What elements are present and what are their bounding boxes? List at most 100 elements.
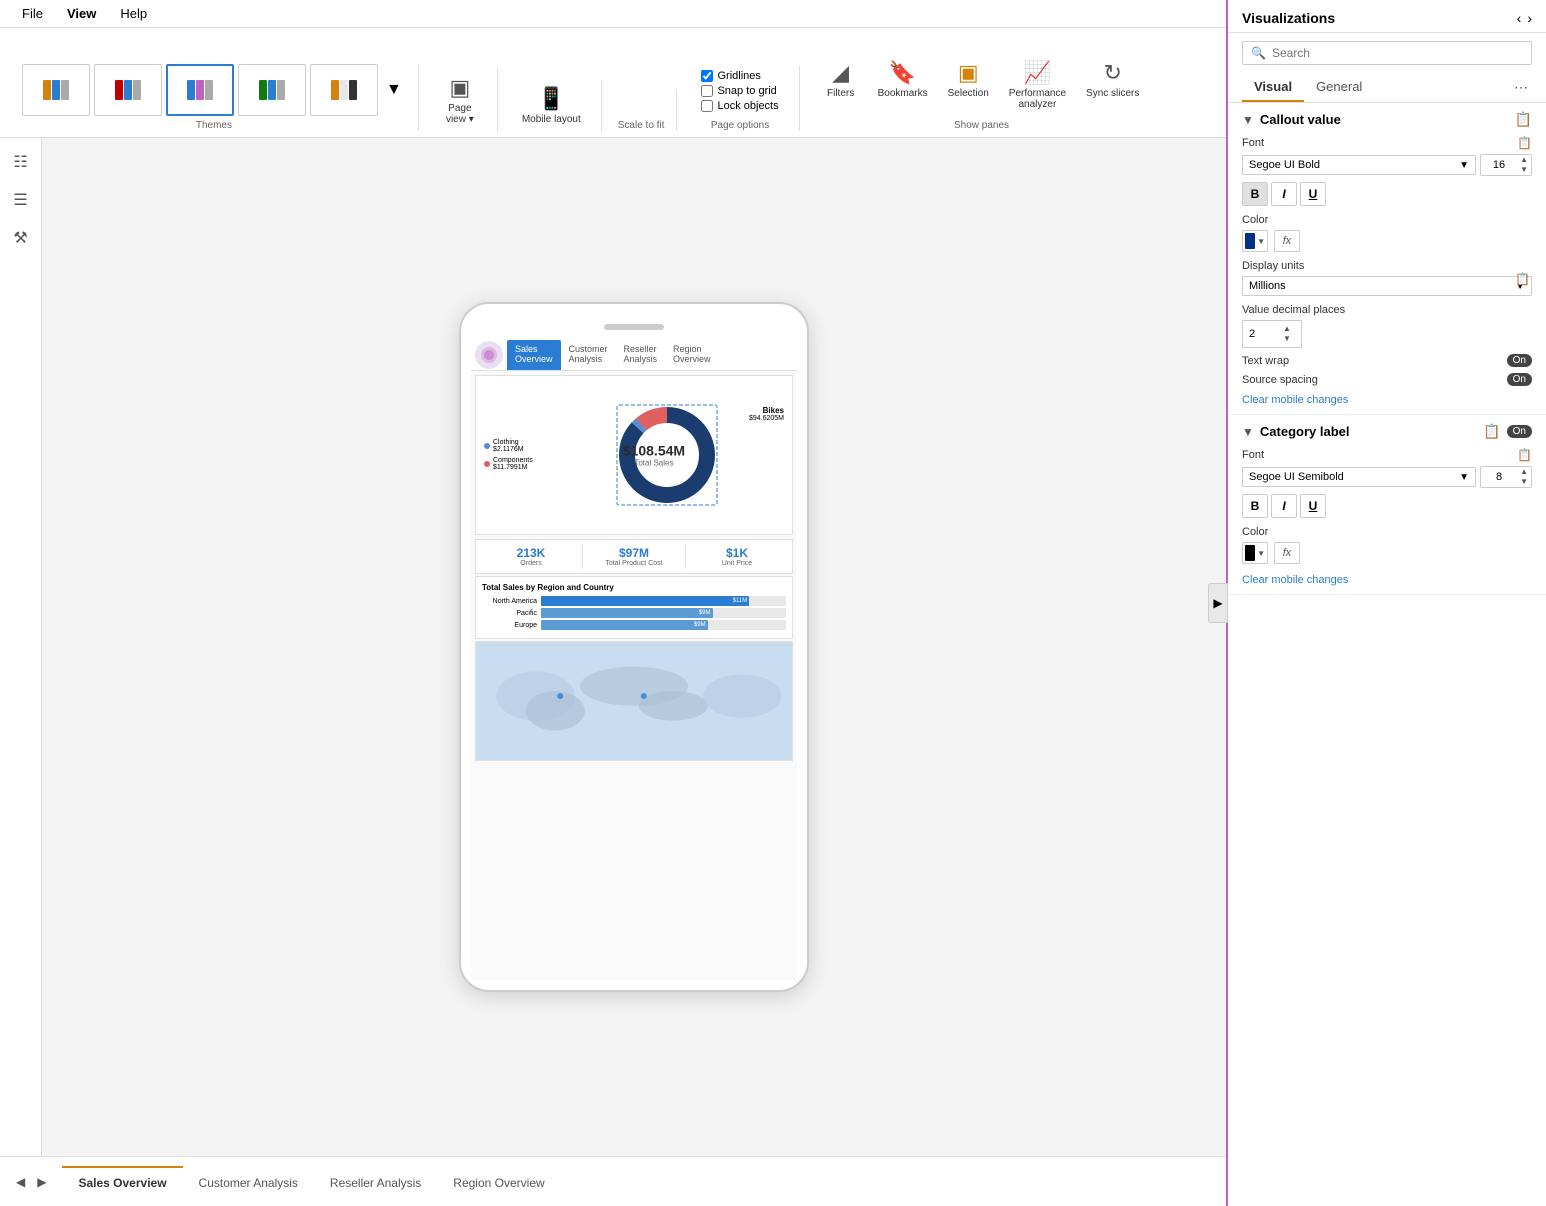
- phone-tab-region[interactable]: RegionOverview: [665, 340, 719, 370]
- color-row-category: ▼ fx: [1242, 542, 1532, 564]
- callout-collapse-icon[interactable]: ▼: [1242, 113, 1254, 127]
- font-row-callout: Segoe UI Bold ▼ 16 ▲ ▼: [1242, 154, 1532, 176]
- donut-right-label: Bikes $94.6205M: [749, 406, 784, 422]
- source-spacing-toggle[interactable]: On: [1507, 373, 1532, 386]
- page-prev-btn[interactable]: ◀: [10, 1171, 31, 1193]
- phone-tab-sales[interactable]: SalesOverview: [507, 340, 561, 370]
- sync-btn[interactable]: ↻ Sync slicers: [1078, 54, 1147, 116]
- font-size-up-cat[interactable]: ▲: [1517, 467, 1531, 477]
- italic-btn-callout[interactable]: I: [1271, 182, 1297, 206]
- page-tab-customer[interactable]: Customer Analysis: [183, 1166, 314, 1198]
- snap-cb[interactable]: Snap to grid: [701, 85, 778, 97]
- selection-btn[interactable]: ▣ Selection: [940, 54, 997, 116]
- search-box[interactable]: 🔍: [1242, 41, 1532, 65]
- bookmarks-btn[interactable]: 🔖 Bookmarks: [870, 54, 936, 116]
- font-size-ctrl-category: 8 ▲ ▼: [1480, 466, 1532, 488]
- font-select-chevron: ▼: [1459, 160, 1469, 171]
- page-view-btn[interactable]: ▣ Pageview ▾: [435, 69, 485, 131]
- theme-item-2[interactable]: [94, 64, 162, 116]
- panel-tabs: Visual General ⋯: [1228, 73, 1546, 103]
- phone-tab-customer[interactable]: CustomerAnalysis: [561, 340, 616, 370]
- display-units-select[interactable]: Millions ▼: [1242, 276, 1532, 296]
- font-size-down-cat[interactable]: ▼: [1517, 477, 1531, 487]
- search-input[interactable]: [1272, 46, 1523, 60]
- mobile-layout-btn[interactable]: 📱 Mobile layout: [514, 80, 589, 131]
- panel-forward-icon[interactable]: ›: [1527, 10, 1532, 26]
- themes-label: Themes: [196, 120, 232, 131]
- category-collapse-icon[interactable]: ▼: [1242, 425, 1254, 439]
- bold-btn-callout[interactable]: B: [1242, 182, 1268, 206]
- color-swatch-category[interactable]: ▼: [1242, 542, 1268, 564]
- clear-category-link[interactable]: Clear mobile changes: [1242, 574, 1348, 586]
- text-wrap-toggle[interactable]: On: [1507, 354, 1532, 367]
- panel-back-icon[interactable]: ‹: [1517, 10, 1522, 26]
- theme-more-btn[interactable]: ▼: [382, 81, 406, 99]
- lock-cb[interactable]: Lock objects: [701, 100, 778, 112]
- sidebar-data-icon[interactable]: ☰: [5, 184, 37, 216]
- font-family-select-callout[interactable]: Segoe UI Bold ▼: [1242, 155, 1476, 175]
- bar-row-europe: Europe $9M: [482, 620, 786, 630]
- display-units-copy[interactable]: 📋: [1515, 272, 1530, 286]
- more-options-btn[interactable]: ⋯: [1510, 73, 1532, 102]
- category-copy-icon[interactable]: 📋: [1483, 423, 1500, 440]
- theme-item-4[interactable]: [238, 64, 306, 116]
- theme-item-3[interactable]: [166, 64, 234, 116]
- decimal-down[interactable]: ▼: [1283, 334, 1291, 344]
- clear-callout-link[interactable]: Clear mobile changes: [1242, 394, 1348, 406]
- underline-btn-category[interactable]: U: [1300, 494, 1326, 518]
- category-toggle[interactable]: On: [1507, 425, 1532, 438]
- decimal-up[interactable]: ▲: [1283, 324, 1291, 334]
- menu-help[interactable]: Help: [108, 2, 159, 25]
- sidebar-model-icon[interactable]: ⚒: [5, 222, 37, 254]
- menu-file[interactable]: File: [10, 2, 55, 25]
- sync-label: Sync slicers: [1086, 88, 1139, 99]
- bookmarks-label: Bookmarks: [878, 88, 928, 99]
- tab-visual[interactable]: Visual: [1242, 73, 1304, 102]
- font-size-up-callout[interactable]: ▲: [1517, 155, 1531, 165]
- fx-btn-callout[interactable]: fx: [1274, 230, 1300, 252]
- page-next-btn[interactable]: ▶: [31, 1171, 52, 1193]
- decimal-input-row: ▲ ▼: [1242, 320, 1532, 348]
- color-swatch-callout[interactable]: ▼: [1242, 230, 1268, 252]
- menu-view[interactable]: View: [55, 2, 108, 25]
- theme-item-1[interactable]: [22, 64, 90, 116]
- sidebar-report-icon[interactable]: ☷: [5, 146, 37, 178]
- decimal-value-input[interactable]: [1249, 328, 1279, 340]
- font-copy-icon-cat[interactable]: 📋: [1517, 448, 1532, 462]
- font-size-down-callout[interactable]: ▼: [1517, 165, 1531, 175]
- gridlines-checkbox[interactable]: [701, 70, 713, 82]
- callout-copy-icon[interactable]: 📋: [1515, 111, 1532, 128]
- theme-item-5[interactable]: [310, 64, 378, 116]
- italic-btn-category[interactable]: I: [1271, 494, 1297, 518]
- donut-chart-area: Clothing$2.1176M Components$11.7991M: [475, 375, 793, 535]
- selection-label: Selection: [948, 88, 989, 99]
- filters-btn[interactable]: ◢ Filters: [816, 54, 866, 116]
- phone-tab-reseller[interactable]: ResellerAnalysis: [616, 340, 666, 370]
- panel-collapse-btn[interactable]: ▶: [1208, 583, 1228, 623]
- page-view-label: Pageview ▾: [446, 103, 474, 125]
- page-tab-sales[interactable]: Sales Overview: [62, 1166, 182, 1198]
- tab-general[interactable]: General: [1304, 73, 1374, 102]
- show-panes-group: ◢ Filters 🔖 Bookmarks ▣ Selection 📈 Perf…: [804, 54, 1160, 131]
- selection-icon: ▣: [958, 60, 979, 86]
- bold-btn-category[interactable]: B: [1242, 494, 1268, 518]
- swatch-box-category: [1245, 545, 1255, 561]
- page-tab-region[interactable]: Region Overview: [437, 1166, 560, 1198]
- page-tab-reseller[interactable]: Reseller Analysis: [314, 1166, 437, 1198]
- page-view-icon: ▣: [449, 75, 470, 101]
- bar-chart-section: Total Sales by Region and Country North …: [475, 576, 793, 639]
- left-sidebar: ☷ ☰ ⚒: [0, 138, 42, 1206]
- bookmarks-icon: 🔖: [889, 60, 916, 86]
- kpi-orders: 213K Orders: [480, 544, 583, 569]
- font-family-select-category[interactable]: Segoe UI Semibold ▼: [1242, 467, 1476, 487]
- performance-btn[interactable]: 📈 Performanceanalyzer: [1001, 54, 1074, 116]
- font-copy-icon[interactable]: 📋: [1517, 136, 1532, 150]
- underline-btn-callout[interactable]: U: [1300, 182, 1326, 206]
- fx-btn-category[interactable]: fx: [1274, 542, 1300, 564]
- page-view-group: ▣ Pageview ▾: [423, 69, 498, 131]
- swatch-arrow-category: ▼: [1257, 549, 1265, 558]
- lock-checkbox[interactable]: [701, 100, 713, 112]
- snap-checkbox[interactable]: [701, 85, 713, 97]
- gridlines-cb[interactable]: Gridlines: [701, 70, 778, 82]
- category-label-title: Category label: [1260, 424, 1350, 439]
